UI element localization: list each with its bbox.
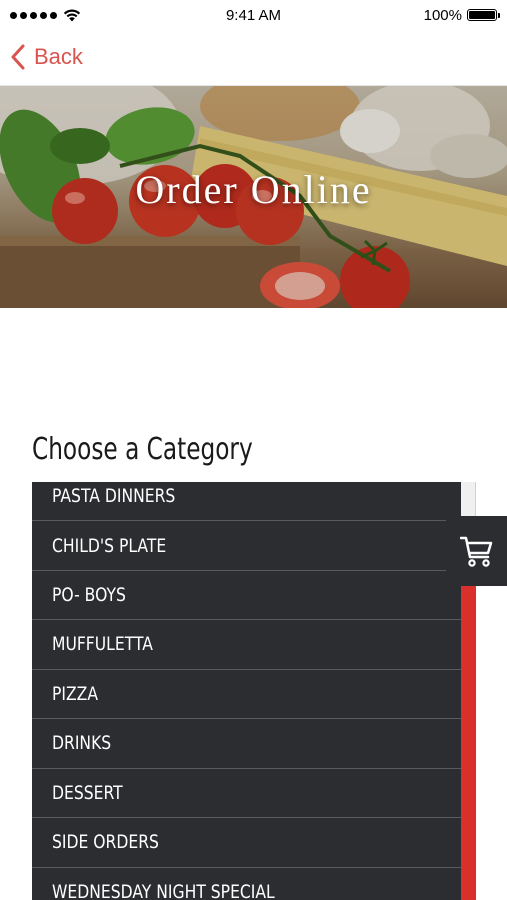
category-item-muffuletta[interactable]: MUFFULETTA <box>32 620 461 670</box>
category-heading: Choose a Category <box>32 432 253 467</box>
battery-icon <box>467 9 500 21</box>
shopping-cart-icon <box>460 536 493 567</box>
signal-dots-icon <box>10 11 57 19</box>
category-label: WEDNESDAY NIGHT SPECIAL <box>52 880 275 900</box>
category-label: PIZZA <box>52 682 98 705</box>
category-label: SIDE ORDERS <box>52 831 159 854</box>
category-item-pizza[interactable]: PIZZA <box>32 670 461 719</box>
category-list: PASTA DINNERS CHILD'S PLATE PO- BOYS MUF… <box>32 482 461 900</box>
category-label: DESSERT <box>52 781 123 804</box>
category-label: CHILD'S PLATE <box>52 534 167 557</box>
hero-banner: Order Online <box>0 86 507 308</box>
category-label: MUFFULETTA <box>52 633 153 656</box>
wifi-icon <box>63 9 81 21</box>
category-item-childs-plate[interactable]: CHILD'S PLATE <box>32 521 461 571</box>
category-item-side-orders[interactable]: SIDE ORDERS <box>32 818 461 868</box>
back-label: Back <box>34 44 83 69</box>
status-left <box>0 9 81 22</box>
hero-title: Order Online <box>135 167 372 212</box>
category-item-dessert[interactable]: DESSERT <box>32 769 461 818</box>
nav-bar: Back <box>0 30 507 86</box>
category-item-pasta-dinners[interactable]: PASTA DINNERS <box>32 482 461 521</box>
category-label: PO- BOYS <box>52 583 126 606</box>
status-right: 100% <box>424 7 507 24</box>
category-item-po-boys[interactable]: PO- BOYS <box>32 571 461 620</box>
back-button[interactable]: Back <box>10 40 83 74</box>
status-bar: 9:41 AM 100% <box>0 0 507 30</box>
category-label: PASTA DINNERS <box>52 485 176 507</box>
category-item-drinks[interactable]: DRINKS <box>32 719 461 769</box>
chevron-left-icon <box>11 44 25 70</box>
battery-percentage: 100% <box>423 6 462 24</box>
category-item-wednesday-night-special[interactable]: WEDNESDAY NIGHT SPECIAL <box>32 868 461 900</box>
cart-button[interactable] <box>447 516 507 586</box>
category-label: DRINKS <box>52 732 112 755</box>
